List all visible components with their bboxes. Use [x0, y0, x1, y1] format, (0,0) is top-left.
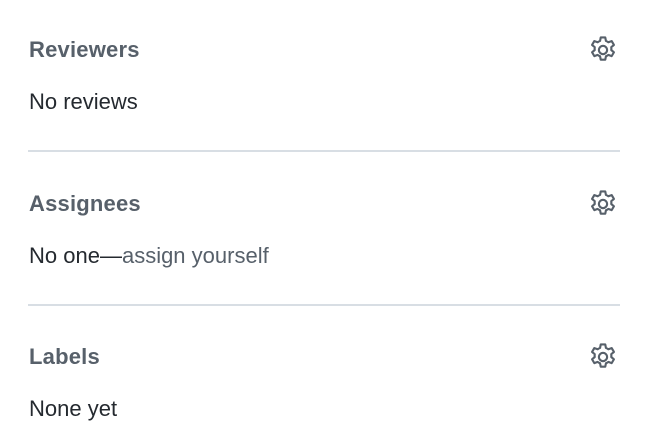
gear-icon [591, 343, 615, 368]
assignees-value: No one—assign yourself [28, 241, 620, 271]
labels-title: Labels [29, 344, 100, 369]
divider [28, 304, 620, 306]
divider [28, 150, 620, 152]
reviewers-title: Reviewers [29, 37, 140, 62]
assignees-none-text: No one— [29, 243, 122, 268]
reviewers-value: No reviews [29, 89, 138, 114]
labels-section: Labels None yet [28, 342, 620, 424]
assignees-title: Assignees [29, 191, 141, 216]
reviewers-settings-button[interactable] [586, 33, 620, 67]
assign-yourself-link[interactable]: assign yourself [122, 243, 269, 268]
reviewers-section: Reviewers No reviews [28, 35, 620, 117]
sidebar: Reviewers No reviews Assignees No one—as… [0, 0, 666, 446]
gear-icon [591, 190, 615, 215]
labels-value: None yet [29, 396, 118, 421]
labels-header: Labels [28, 342, 620, 372]
assignees-settings-button[interactable] [586, 187, 620, 221]
labels-settings-button[interactable] [586, 340, 620, 374]
reviewers-header: Reviewers [28, 35, 620, 65]
assignees-header: Assignees [28, 189, 620, 219]
assignees-section: Assignees No one—assign yourself [28, 189, 620, 271]
gear-icon [591, 36, 615, 61]
